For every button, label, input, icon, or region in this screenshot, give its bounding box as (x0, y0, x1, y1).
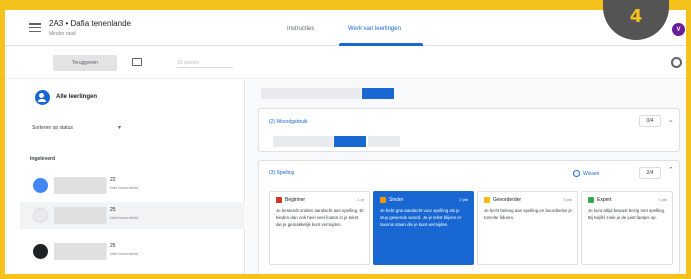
level-name: Expert (597, 197, 612, 203)
level-name: Sinder (389, 197, 404, 203)
criterion-card: (2) Woordgebruik 0/4 ⌄ (258, 108, 680, 152)
rubric-level-bar-selected[interactable] (334, 136, 366, 147)
level-name: Gevorderder (493, 197, 522, 203)
people-icon (35, 90, 50, 105)
student-score: 22 (110, 177, 116, 183)
all-students-label[interactable]: Alle leerlingen (56, 94, 97, 100)
student-status: Niet beoordeeld (110, 185, 139, 190)
sort-dropdown[interactable]: Sorteren op status (32, 125, 73, 131)
level-color-swatch (276, 197, 282, 203)
clear-button[interactable]: Wissen (583, 171, 599, 177)
level-description: Je hebt gna aandacht voor spelling als j… (380, 208, 462, 227)
criterion-score[interactable]: 2/4 (639, 167, 661, 179)
rubric-level-gevorderde[interactable]: Gevorderder 3 pts Je lecht beleeg aan sp… (477, 191, 578, 265)
student-score: 25 (110, 243, 116, 249)
section-label-submitted: Ingeleverd (30, 156, 56, 162)
clear-icon[interactable] (573, 170, 580, 177)
rubric-level-selected[interactable]: Sinder 2 pts Je hebt gna aandacht voor s… (373, 191, 474, 265)
chevron-down-icon[interactable]: ▾ (118, 124, 121, 131)
level-description: Je kunt altijd bewust bezig met spelling… (588, 208, 666, 220)
student-name-redacted (54, 207, 106, 224)
hamburger-menu-icon[interactable] (29, 23, 41, 32)
class-title[interactable]: 2A3 • Dafia tenenlande (49, 19, 131, 28)
class-subtitle: Minder raad (49, 31, 76, 37)
level-color-swatch (588, 197, 594, 203)
avatar (33, 208, 48, 223)
rubric-level-beginner[interactable]: Beginner 1 pt Je besteedt ontdes aandach… (269, 191, 370, 265)
student-name-redacted (54, 177, 106, 194)
mail-icon[interactable] (132, 58, 142, 66)
student-row[interactable]: 22 Niet beoordeeld (20, 172, 245, 199)
return-button[interactable]: Teruggeven (53, 55, 117, 71)
level-color-swatch (380, 197, 386, 203)
points-field[interactable]: 10 punten (177, 60, 233, 68)
step-number: 4 (629, 6, 643, 27)
level-points: 4 pts (658, 197, 667, 202)
student-name-redacted (54, 243, 106, 260)
student-row[interactable]: 25 Niet beoordeeld (20, 238, 245, 265)
avatar (33, 244, 48, 259)
student-status: Niet beoordeeld (110, 215, 139, 220)
rubric-level-bar[interactable] (273, 136, 333, 147)
rubric-level-expert[interactable]: Expert 4 pts Je kunt altijd bewust bezig… (581, 191, 673, 265)
active-tab-indicator (339, 43, 423, 46)
level-description: Je besteedt ontdes aandacht aan spelling… (276, 208, 364, 227)
level-description: Je lecht beleeg aan spelling en beordeel… (484, 208, 572, 220)
level-points: 3 pts (563, 197, 572, 202)
rubric-panel: (2) Woordgebruik 0/4 ⌄ (3) Spelling Wiss… (246, 80, 686, 274)
student-row[interactable]: 25 Niet beoordeeld (20, 202, 245, 229)
chevron-down-icon[interactable]: ⌄ (668, 116, 674, 124)
rubric-level-bar[interactable] (368, 136, 400, 147)
avatar (33, 178, 48, 193)
criterion-title[interactable]: (3) Spelling (269, 170, 294, 176)
chevron-up-icon[interactable]: ⌃ (668, 166, 674, 174)
rubric-level-bar[interactable] (261, 88, 361, 99)
student-score: 25 (110, 207, 116, 213)
rubric-level-bar-selected[interactable] (362, 88, 394, 99)
level-points: 1 pt (357, 197, 364, 202)
top-header: 2A3 • Dafia tenenlande Minder raad Instr… (5, 10, 686, 46)
student-status: Niet beoordeeld (110, 251, 139, 256)
level-color-swatch (484, 197, 490, 203)
student-list-panel: Alle leerlingen Sorteren op status ▾ Ing… (5, 80, 245, 274)
grading-toolbar: Teruggeven 10 punten (5, 47, 686, 79)
criterion-card: (3) Spelling Wissen 2/4 ⌃ Beginner 1 pt … (258, 160, 680, 274)
account-avatar[interactable]: V (672, 23, 685, 36)
level-points: 2 pts (459, 197, 468, 202)
gear-icon[interactable] (671, 57, 682, 68)
criterion-title[interactable]: (2) Woordgebruik (269, 119, 308, 125)
level-name: Beginner (285, 197, 306, 203)
tab-student-work[interactable]: Werk van leerlingen (348, 26, 401, 32)
classroom-window: 2A3 • Dafia tenenlande Minder raad Instr… (5, 10, 686, 274)
criterion-score[interactable]: 0/4 (639, 115, 661, 127)
tab-instructions[interactable]: Instructies (287, 26, 314, 32)
